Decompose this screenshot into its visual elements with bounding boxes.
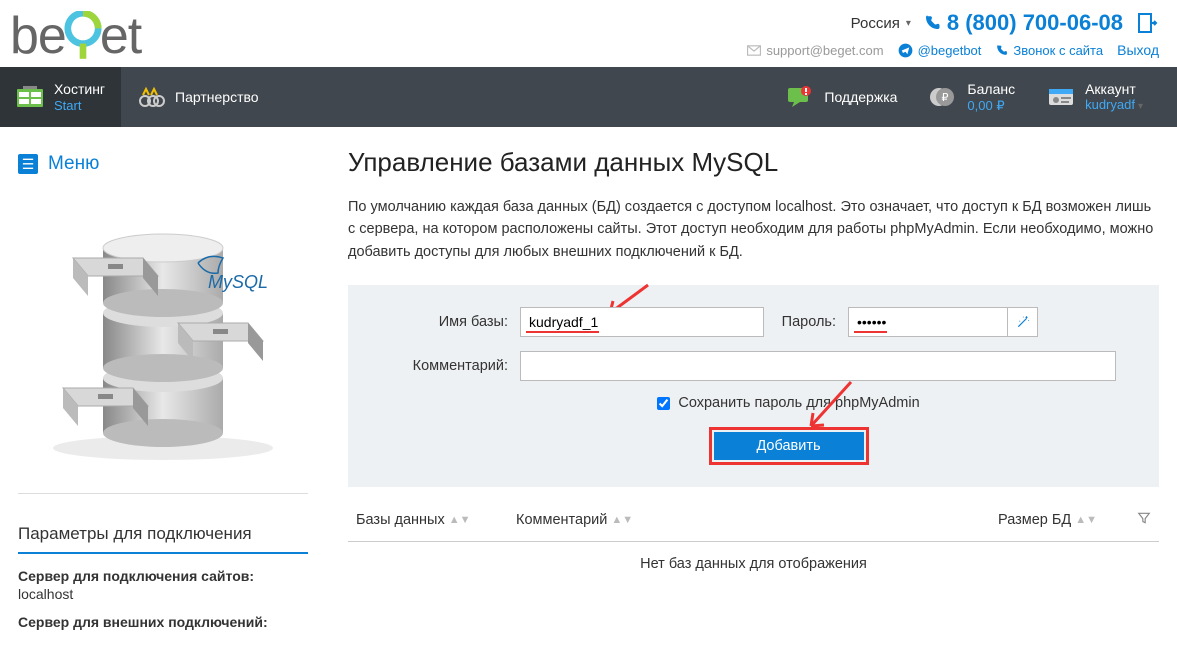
main-content: Управление базами данных MySQL По умолча… — [348, 147, 1159, 612]
nav-support-label: Поддержка — [824, 89, 897, 105]
mysql-illustration: MySQL — [33, 203, 293, 463]
header-right: Россия 8 (800) 700-06-08 support@beget.c… — [747, 10, 1159, 58]
save-password-label: Сохранить пароль для phpMyAdmin — [678, 395, 919, 411]
col-db[interactable]: Базы данных▲▼ — [356, 512, 516, 528]
phone-small-icon — [995, 44, 1008, 57]
sidebar: ☰ Меню MySQL Параметры для по — [18, 147, 308, 630]
magic-wand-icon — [1016, 315, 1030, 329]
page-description: По умолчанию каждая база данных (БД) соз… — [348, 196, 1159, 263]
server-ext-label: Сервер для внешних подключений: — [18, 614, 308, 630]
balance-icon: ₽ — [929, 85, 957, 109]
hosting-icon — [16, 85, 44, 109]
db-table-header: Базы данных▲▼ Комментарий▲▼ Размер БД▲▼ — [348, 499, 1159, 542]
comment-label: Комментарий: — [368, 358, 508, 374]
logout-link[interactable]: Выход — [1117, 42, 1159, 58]
menu-label: Меню — [48, 153, 99, 175]
sort-icon: ▲▼ — [449, 514, 471, 526]
filter-button[interactable] — [1137, 511, 1151, 529]
page-title: Управление базами данных MySQL — [348, 147, 1159, 178]
nav-account-user: kudryadf — [1085, 97, 1143, 113]
password-highlight: •••••• — [854, 314, 887, 333]
col-comment[interactable]: Комментарий▲▼ — [516, 512, 816, 528]
create-db-form: Имя базы: kudryadf_1 Пароль: •••••• Комм… — [348, 285, 1159, 487]
phone-link[interactable]: 8 (800) 700-06-08 — [923, 10, 1123, 36]
callback-link[interactable]: Звонок с сайта — [995, 43, 1103, 58]
telegram-icon — [898, 43, 913, 58]
filter-icon — [1137, 511, 1151, 525]
nav-balance-label: Баланс — [967, 81, 1015, 98]
password-label: Пароль: — [776, 314, 836, 330]
svg-text:₽: ₽ — [942, 92, 949, 104]
mail-icon — [747, 45, 761, 56]
table-empty-message: Нет баз данных для отображения — [348, 542, 1159, 612]
arrow-annotation-icon — [803, 380, 853, 435]
password-generate-button[interactable] — [1008, 307, 1038, 337]
sidebar-divider — [18, 493, 308, 494]
account-icon — [1047, 85, 1075, 109]
server-sites-value: localhost — [18, 586, 308, 602]
nav-hosting-plan: Start — [54, 98, 105, 114]
telegram-link[interactable]: @begetbot — [898, 43, 982, 58]
nav-support[interactable]: Поддержка — [770, 67, 913, 127]
support-email[interactable]: support@beget.com — [747, 43, 883, 58]
nav-account-label: Аккаунт — [1085, 81, 1143, 98]
nav-hosting[interactable]: Хостинг Start — [0, 67, 121, 127]
sort-icon: ▲▼ — [1075, 514, 1097, 526]
support-icon — [786, 85, 814, 109]
params-heading: Параметры для подключения — [18, 524, 308, 554]
add-db-button[interactable]: Добавить — [714, 432, 864, 460]
server-sites-label: Сервер для подключения сайтов: — [18, 568, 308, 584]
col-size[interactable]: Размер БД▲▼ — [998, 512, 1097, 528]
menu-icon: ☰ — [18, 154, 38, 174]
nav-account[interactable]: Аккаунт kudryadf — [1031, 67, 1159, 127]
logo-g-icon — [64, 11, 102, 61]
menu-toggle[interactable]: ☰ Меню — [18, 147, 308, 193]
db-name-label: Имя базы: — [368, 314, 508, 330]
navbar: Хостинг Start Партнерство Поддержка ₽ Ба… — [0, 67, 1177, 127]
nav-partnership-label: Партнерство — [175, 89, 259, 105]
nav-balance-value: 0,00 ₽ — [967, 98, 1015, 114]
svg-text:MySQL: MySQL — [208, 272, 268, 292]
comment-input[interactable] — [520, 351, 1116, 381]
region-selector[interactable]: Россия — [851, 15, 911, 32]
door-icon[interactable] — [1135, 11, 1159, 35]
partnership-icon — [137, 85, 165, 109]
nav-partnership[interactable]: Партнерство — [121, 67, 275, 127]
phone-icon — [923, 14, 941, 32]
header: beet Россия 8 (800) 700-06-08 support@be… — [0, 0, 1177, 67]
db-name-highlight: kudryadf_1 — [526, 314, 599, 333]
nav-hosting-label: Хостинг — [54, 81, 105, 98]
sort-icon: ▲▼ — [611, 514, 633, 526]
save-password-checkbox[interactable] — [657, 397, 670, 410]
nav-balance[interactable]: ₽ Баланс 0,00 ₽ — [913, 67, 1031, 127]
logo[interactable]: beet — [10, 10, 141, 62]
